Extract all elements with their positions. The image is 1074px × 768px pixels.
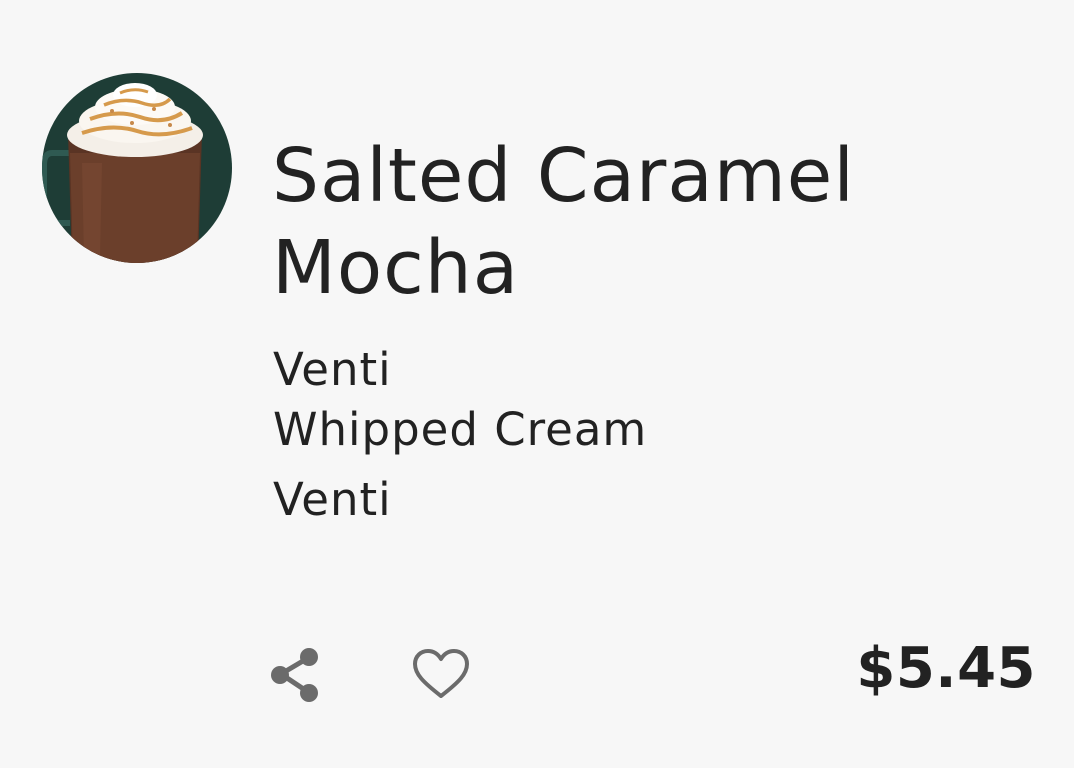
topping-option: Whipped Cream — [273, 403, 648, 456]
size-option: Venti — [273, 343, 392, 396]
product-customizations: Venti Whipped Cream Venti — [273, 340, 647, 530]
product-title-line-1: Salted Caramel — [272, 133, 855, 219]
order-item-card: Salted Caramel Mocha Venti Whipped Cream… — [0, 0, 1074, 768]
product-image[interactable] — [42, 73, 232, 263]
size-option-repeat: Venti — [273, 473, 392, 526]
share-icon — [271, 648, 318, 702]
product-title: Salted Caramel Mocha — [272, 130, 972, 314]
item-price: $5.45 — [856, 636, 1036, 701]
share-button[interactable] — [268, 646, 322, 704]
heart-outline-icon — [413, 649, 469, 698]
product-title-line-2: Mocha — [272, 225, 520, 311]
favorite-button[interactable] — [411, 646, 471, 702]
drink-photo-icon — [42, 73, 232, 263]
